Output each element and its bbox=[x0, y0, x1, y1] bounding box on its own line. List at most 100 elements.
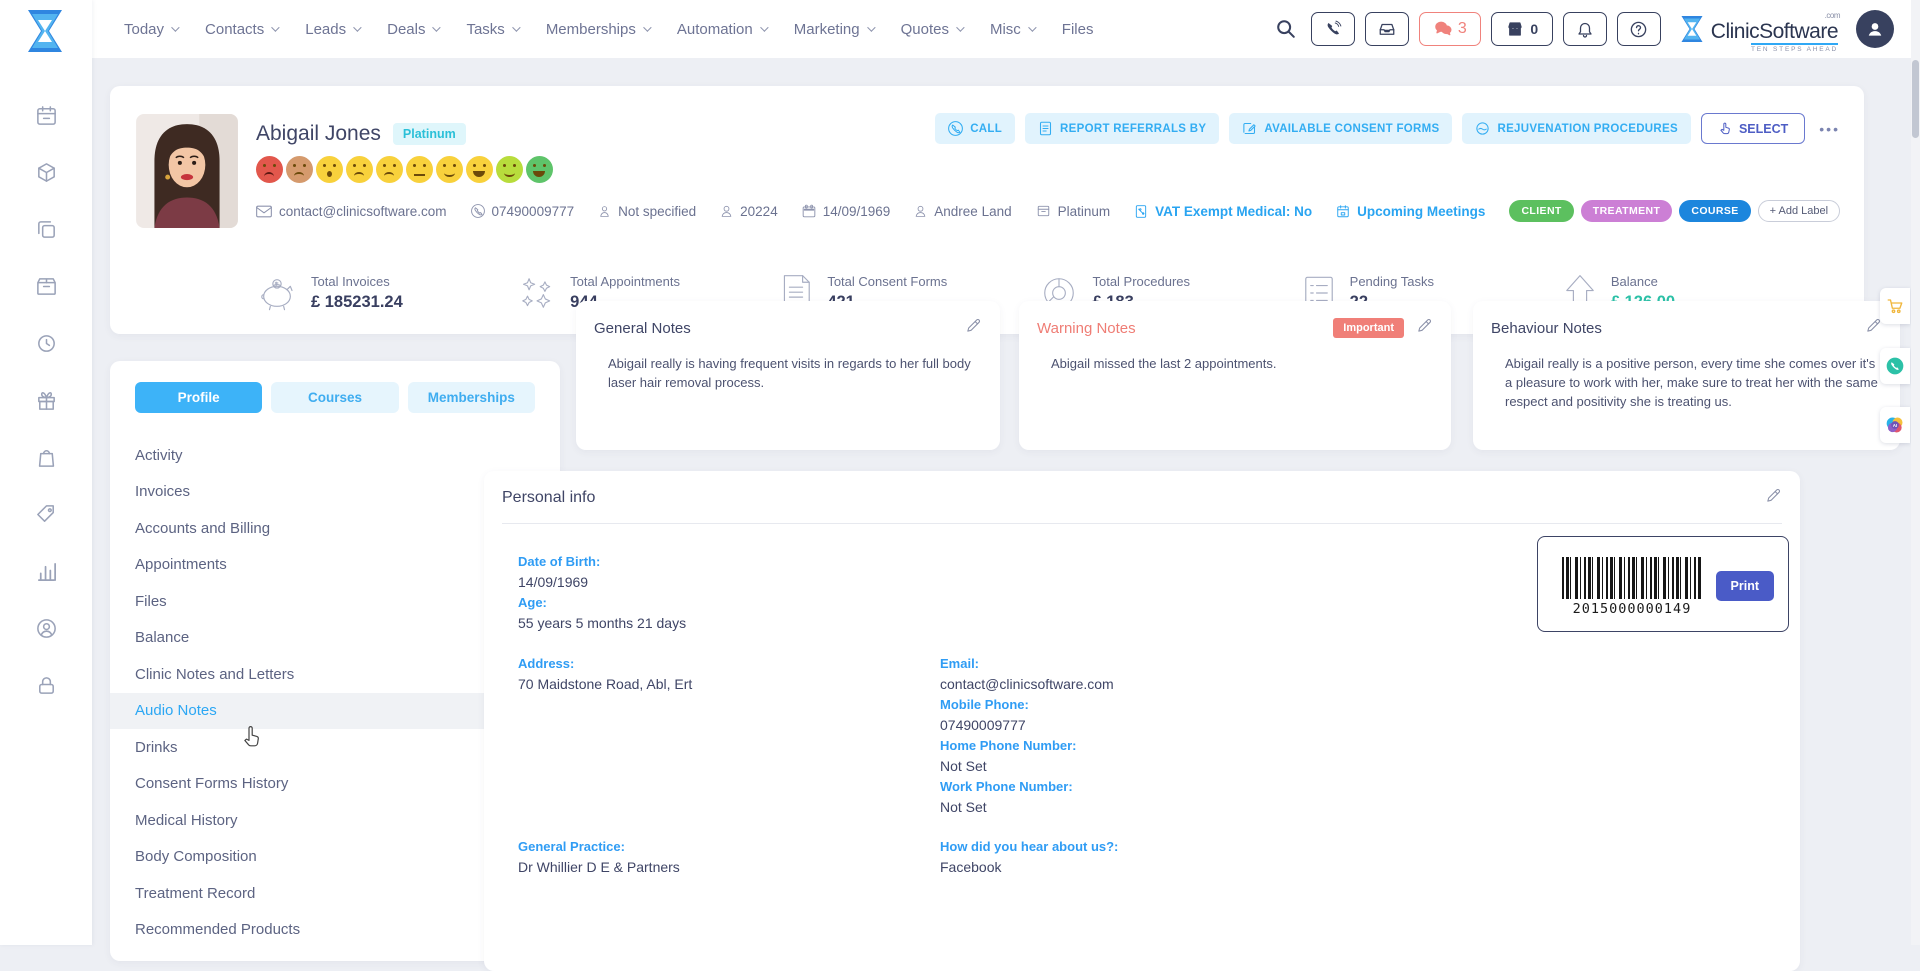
patient-phone[interactable]: 07490009777 bbox=[471, 204, 575, 219]
brand-tagline: TEN STEPS AHEAD bbox=[1751, 43, 1838, 53]
more-options-button[interactable]: ••• bbox=[1815, 117, 1844, 141]
person-icon bbox=[1865, 19, 1885, 39]
patient-id[interactable]: 20224 bbox=[720, 204, 778, 219]
edit-behaviour-notes-button[interactable] bbox=[1865, 317, 1882, 339]
chevron-down-icon bbox=[433, 23, 441, 31]
hand-pointer-icon bbox=[1718, 121, 1732, 136]
assigned-staff[interactable]: Andree Land bbox=[914, 204, 1011, 219]
upcoming-meetings-link[interactable]: Upcoming Meetings bbox=[1336, 204, 1485, 219]
nav-label: Tasks bbox=[466, 21, 504, 38]
envelope-icon bbox=[256, 205, 272, 218]
notifications-button[interactable] bbox=[1563, 12, 1607, 46]
field-email: Email: contact@clinicsoftware.com bbox=[940, 656, 1114, 692]
label-treatment[interactable]: TREATMENT bbox=[1581, 200, 1673, 222]
page-scrollbar[interactable] bbox=[1911, 0, 1920, 945]
quick-cart-widget[interactable] bbox=[1880, 288, 1910, 324]
mood-face-7[interactable] bbox=[436, 156, 463, 183]
mood-face-6[interactable] bbox=[406, 156, 433, 183]
membership-level[interactable]: Platinum bbox=[1036, 204, 1111, 219]
chevron-down-icon bbox=[353, 23, 361, 31]
nav-files[interactable]: Files bbox=[1062, 21, 1094, 38]
mood-face-1[interactable] bbox=[256, 156, 283, 183]
select-button[interactable]: SELECT bbox=[1701, 113, 1805, 144]
important-badge: Important bbox=[1333, 318, 1404, 338]
storefront-icon bbox=[1505, 20, 1525, 38]
mood-face-9[interactable] bbox=[496, 156, 523, 183]
lock-icon[interactable] bbox=[35, 674, 58, 697]
mouse-cursor bbox=[240, 723, 266, 756]
patient-referral[interactable]: Not specified bbox=[598, 204, 696, 219]
shop-button[interactable]: 0 bbox=[1491, 12, 1553, 46]
menu-item-activity[interactable]: Activity bbox=[110, 437, 560, 474]
quick-call-widget[interactable] bbox=[1880, 348, 1910, 384]
copy-icon[interactable] bbox=[35, 218, 58, 241]
scrollbar-thumb[interactable] bbox=[1912, 60, 1919, 138]
messages-button[interactable]: 3 bbox=[1419, 12, 1481, 46]
rejuvenation-button[interactable]: REJUVENATION PROCEDURES bbox=[1462, 113, 1691, 144]
package-icon[interactable] bbox=[35, 161, 58, 184]
mood-face-4[interactable] bbox=[346, 156, 373, 183]
edit-personal-info-button[interactable] bbox=[1765, 487, 1782, 509]
top-navigation-bar: Today Contacts Leads Deals Tasks Members… bbox=[92, 0, 1920, 58]
tab-memberships[interactable]: Memberships bbox=[408, 382, 535, 413]
nav-contacts[interactable]: Contacts bbox=[205, 21, 277, 38]
patient-email[interactable]: contact@clinicsoftware.com bbox=[256, 204, 447, 219]
nav-today[interactable]: Today bbox=[124, 21, 177, 38]
ai-assistant-widget[interactable]: AI bbox=[1880, 407, 1910, 443]
field-general-practice: General Practice: Dr Whillier D E & Part… bbox=[518, 839, 680, 875]
nav-quotes[interactable]: Quotes bbox=[901, 21, 962, 38]
nav-automation[interactable]: Automation bbox=[677, 21, 766, 38]
clinicsoftware-logo-icon[interactable] bbox=[24, 8, 66, 59]
nav-marketing[interactable]: Marketing bbox=[794, 21, 873, 38]
patient-dob[interactable]: 14/09/1969 bbox=[802, 204, 891, 219]
mood-face-3[interactable] bbox=[316, 156, 343, 183]
mood-face-8[interactable] bbox=[466, 156, 493, 183]
add-label-button[interactable]: + Add Label bbox=[1758, 200, 1840, 222]
tag-icon[interactable] bbox=[35, 503, 58, 526]
help-button[interactable] bbox=[1617, 12, 1661, 46]
clinicsoftware-brand[interactable]: ClinicSoftware.comTEN STEPS AHEAD bbox=[1679, 14, 1838, 44]
field-hear-about-us: How did you hear about us?: Facebook bbox=[940, 839, 1118, 875]
nav-label: Quotes bbox=[901, 21, 949, 38]
main-nav: Today Contacts Leads Deals Tasks Members… bbox=[124, 21, 1093, 38]
cart-icon bbox=[1886, 297, 1904, 315]
tab-profile[interactable]: Profile bbox=[135, 382, 262, 413]
mood-face-2[interactable] bbox=[286, 156, 313, 183]
nav-tasks[interactable]: Tasks bbox=[466, 21, 517, 38]
call-button[interactable]: CALL bbox=[935, 113, 1015, 144]
calendar-icon[interactable] bbox=[35, 104, 58, 127]
nav-misc[interactable]: Misc bbox=[990, 21, 1034, 38]
support-icon[interactable] bbox=[35, 617, 58, 640]
document-icon bbox=[1038, 121, 1053, 136]
patient-photo[interactable] bbox=[136, 114, 238, 228]
behaviour-notes-title: Behaviour Notes bbox=[1491, 320, 1602, 337]
report-referrals-button[interactable]: REPORT REFERRALS BY bbox=[1025, 113, 1219, 144]
tab-courses[interactable]: Courses bbox=[271, 382, 398, 413]
nav-label: Memberships bbox=[546, 21, 636, 38]
edit-general-notes-button[interactable] bbox=[965, 317, 982, 339]
nav-memberships[interactable]: Memberships bbox=[546, 21, 649, 38]
label-course[interactable]: COURSE bbox=[1679, 200, 1750, 222]
history-icon[interactable] bbox=[35, 332, 58, 355]
mood-face-10[interactable] bbox=[526, 156, 553, 183]
print-barcode-button[interactable]: Print bbox=[1716, 571, 1774, 601]
warning-notes-title: Warning Notes bbox=[1037, 320, 1136, 337]
dialer-button[interactable] bbox=[1311, 12, 1355, 46]
bar-chart-icon[interactable] bbox=[35, 560, 58, 583]
nav-leads[interactable]: Leads bbox=[305, 21, 359, 38]
consent-forms-button[interactable]: AVAILABLE CONSENT FORMS bbox=[1229, 113, 1452, 144]
chat-bubbles-icon bbox=[1433, 20, 1453, 38]
vat-exempt-link[interactable]: VAT Exempt Medical: No bbox=[1134, 204, 1312, 219]
user-avatar[interactable] bbox=[1856, 10, 1894, 48]
mood-face-5[interactable] bbox=[376, 156, 403, 183]
inbox-button[interactable] bbox=[1365, 12, 1409, 46]
gift-icon[interactable] bbox=[35, 389, 58, 412]
edit-warning-notes-button[interactable] bbox=[1416, 317, 1433, 339]
box-icon[interactable] bbox=[35, 275, 58, 298]
nav-deals[interactable]: Deals bbox=[387, 21, 438, 38]
search-icon[interactable] bbox=[1275, 18, 1297, 40]
shopping-bag-icon[interactable] bbox=[35, 446, 58, 469]
label-client[interactable]: CLIENT bbox=[1509, 200, 1573, 222]
patient-name: Abigail Jones bbox=[256, 122, 381, 146]
svg-text:AI: AI bbox=[1893, 423, 1898, 428]
